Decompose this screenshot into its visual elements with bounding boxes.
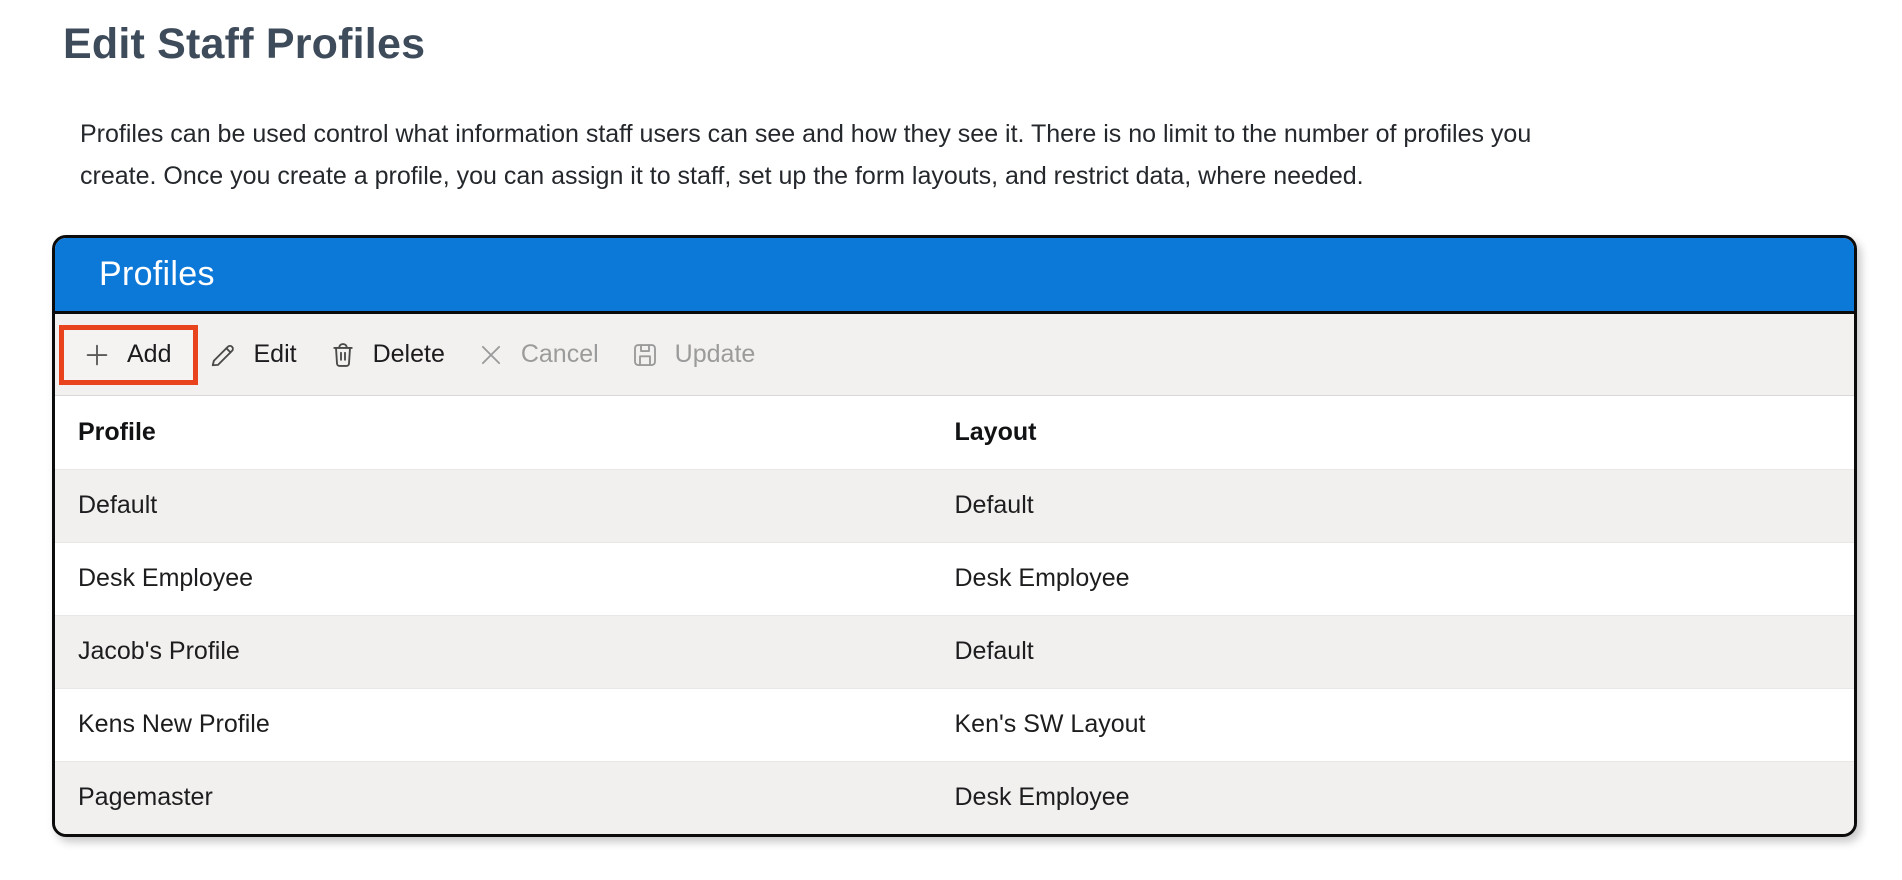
edit-button-label: Edit <box>253 340 296 369</box>
cell-profile: Jacob's Profile <box>55 615 955 688</box>
cell-layout: Ken's SW Layout <box>955 688 1855 761</box>
panel-header: Profiles <box>55 238 1854 314</box>
cell-profile: Desk Employee <box>55 542 955 615</box>
page-description: Profiles can be used control what inform… <box>80 113 1857 197</box>
x-icon <box>476 340 506 370</box>
update-button-label: Update <box>675 340 756 369</box>
update-button[interactable]: Update <box>630 340 756 370</box>
edit-button[interactable]: Edit <box>208 340 296 370</box>
column-header-layout: Layout <box>955 396 1855 469</box>
cancel-button[interactable]: Cancel <box>476 340 599 370</box>
panel-title: Profiles <box>99 255 215 294</box>
plus-icon <box>82 340 112 370</box>
column-header-profile: Profile <box>55 396 955 469</box>
cell-profile: Kens New Profile <box>55 688 955 761</box>
description-line-1: Profiles can be used control what inform… <box>80 113 1857 155</box>
pencil-icon <box>208 340 238 370</box>
add-button-label: Add <box>127 340 171 369</box>
table-header-row: Profile Layout <box>55 396 1854 469</box>
add-button-highlight: Add <box>59 325 198 385</box>
cell-profile: Pagemaster <box>55 761 955 834</box>
cell-layout: Default <box>955 469 1855 542</box>
delete-button[interactable]: Delete <box>328 340 445 370</box>
cell-layout: Default <box>955 615 1855 688</box>
page-title: Edit Staff Profiles <box>63 20 1902 69</box>
table-row-desk-employee[interactable]: Desk Employee Desk Employee <box>55 542 1854 615</box>
table-row-jacobs-profile[interactable]: Jacob's Profile Default <box>55 615 1854 688</box>
cell-layout: Desk Employee <box>955 761 1855 834</box>
table-row-default[interactable]: Default Default <box>55 469 1854 542</box>
trash-icon <box>328 340 358 370</box>
delete-button-label: Delete <box>373 340 445 369</box>
toolbar: Add Edit Delete Cancel Update <box>55 314 1854 396</box>
table-row-pagemaster[interactable]: Pagemaster Desk Employee <box>55 761 1854 834</box>
cancel-button-label: Cancel <box>521 340 599 369</box>
profiles-panel: Profiles Add Edit Delete <box>52 235 1857 837</box>
description-line-2: create. Once you create a profile, you c… <box>80 155 1857 197</box>
add-button[interactable]: Add <box>82 340 171 370</box>
cell-profile: Default <box>55 469 955 542</box>
table-row-kens-new-profile[interactable]: Kens New Profile Ken's SW Layout <box>55 688 1854 761</box>
cell-layout: Desk Employee <box>955 542 1855 615</box>
save-icon <box>630 340 660 370</box>
profiles-table: Profile Layout Default Default Desk Empl… <box>55 396 1854 834</box>
